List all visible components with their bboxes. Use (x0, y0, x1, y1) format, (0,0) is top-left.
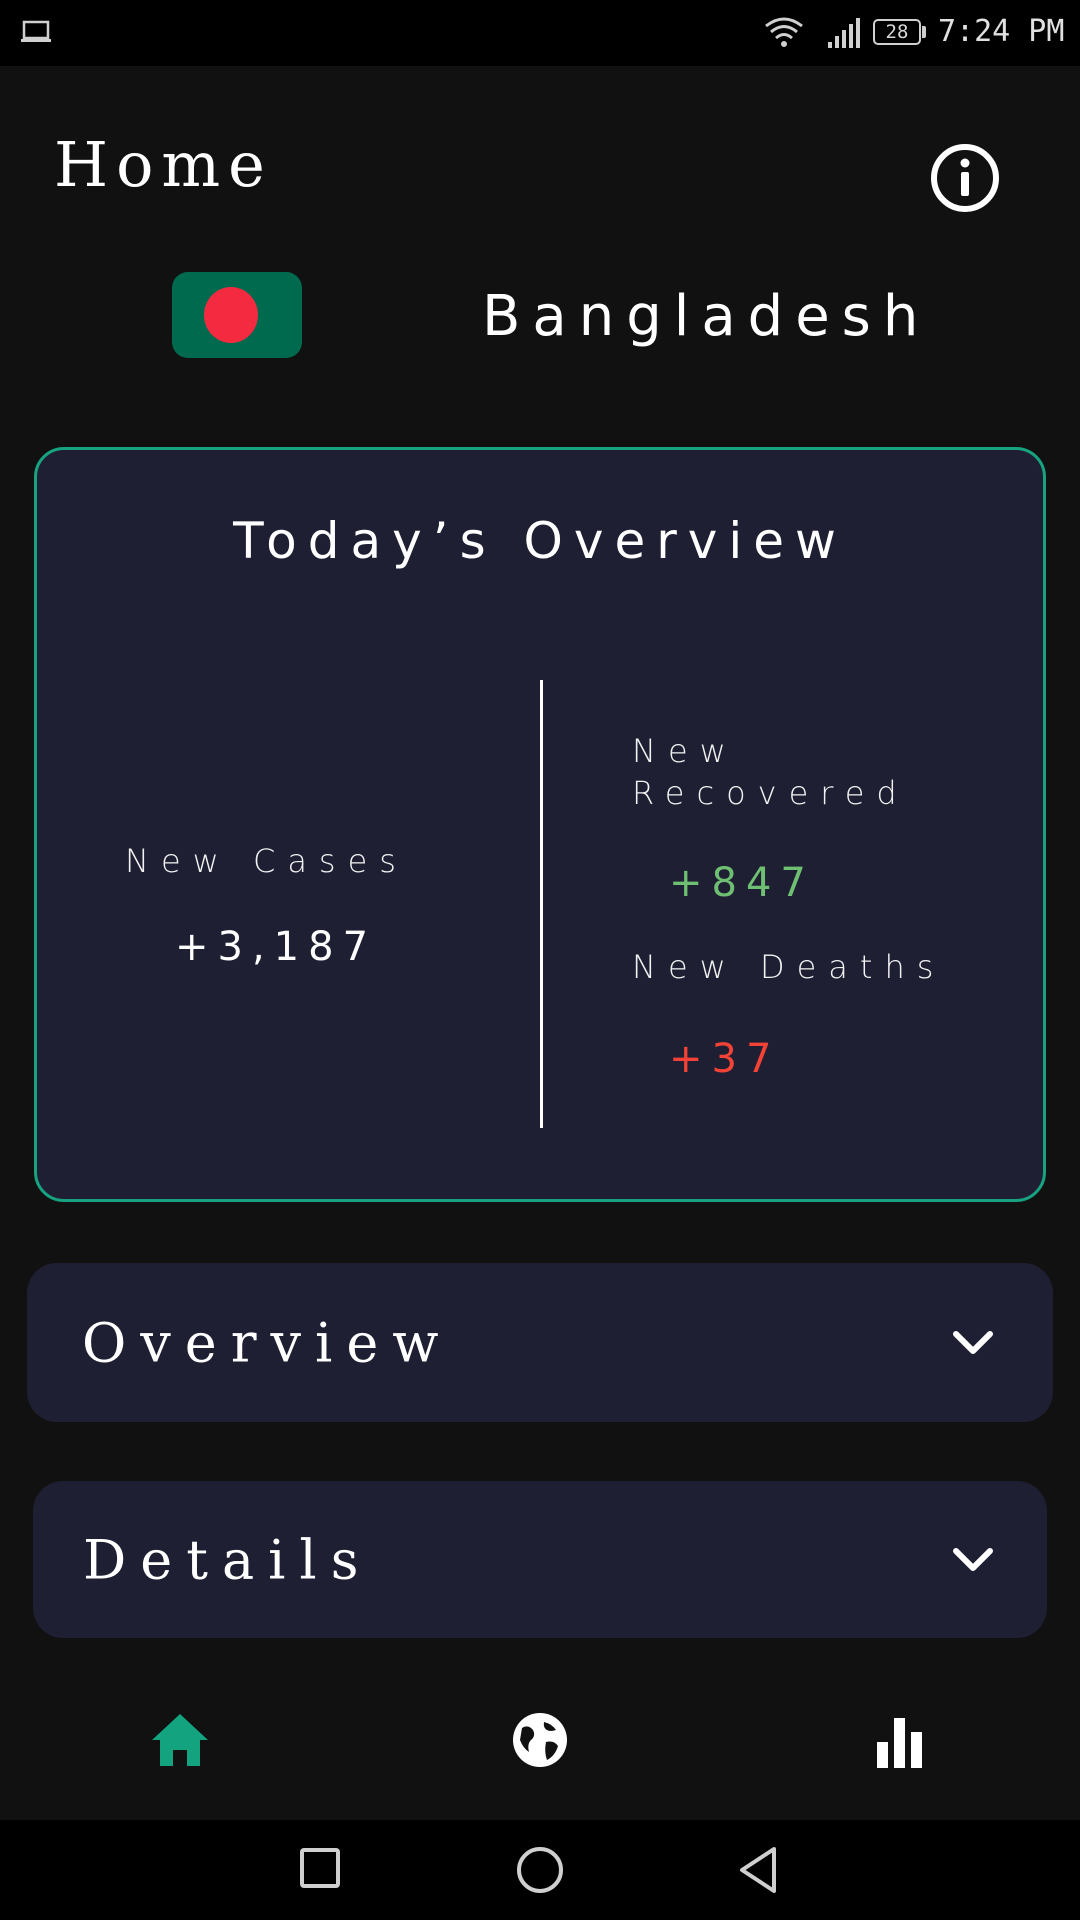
info-icon[interactable] (929, 142, 1001, 214)
page-title: Home (54, 128, 273, 201)
card-title: Today’s Overview (233, 512, 847, 570)
system-navigation-bar (0, 1820, 1080, 1920)
bar-chart-icon[interactable] (860, 1700, 940, 1780)
signal-icon (828, 18, 860, 48)
country-name: Bangladesh (482, 284, 931, 349)
bangladesh-flag-icon (172, 272, 302, 358)
new-cases-label: New Cases (125, 842, 408, 880)
status-bar: 28 7:24 PM (0, 0, 1080, 66)
new-recovered-value: +847 (669, 860, 815, 906)
recent-apps-icon[interactable] (296, 1844, 344, 1892)
card-divider (540, 680, 543, 1128)
details-section-title: Details (83, 1528, 373, 1591)
overview-section[interactable]: Overview (27, 1263, 1053, 1422)
new-recovered-label: New Recovered (632, 730, 909, 814)
details-section[interactable]: Details (33, 1481, 1047, 1638)
home-icon[interactable] (140, 1700, 220, 1780)
overview-section-title: Overview (82, 1311, 453, 1374)
battery-indicator: 28 (873, 19, 921, 45)
chevron-down-icon[interactable] (951, 1546, 995, 1574)
battery-tip (922, 26, 926, 38)
new-deaths-value: +37 (669, 1036, 781, 1082)
wifi-icon (765, 17, 803, 47)
back-icon[interactable] (734, 1844, 782, 1896)
status-time: 7:24 PM (938, 14, 1065, 49)
new-recovered-label-line2: Recovered (632, 774, 909, 812)
home-circle-icon[interactable] (514, 1844, 566, 1896)
flag-disc (204, 287, 258, 343)
globe-icon[interactable] (500, 1700, 580, 1780)
new-cases-value: +3,187 (175, 924, 378, 970)
chevron-down-icon[interactable] (951, 1329, 995, 1357)
laptop-icon (21, 20, 51, 42)
new-deaths-label: New Deaths (632, 948, 946, 986)
todays-overview-card: Today’s Overview New Cases +3,187 New Re… (34, 447, 1046, 1202)
new-recovered-label-line1: New (632, 732, 738, 770)
